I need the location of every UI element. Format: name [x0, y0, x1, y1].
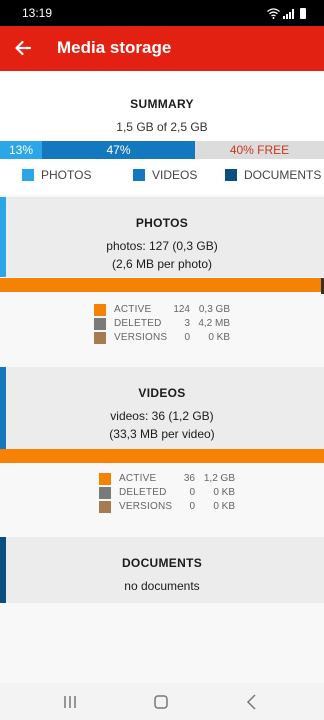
videos-swatch [133, 169, 145, 181]
stat-size: 0 KB [208, 332, 230, 343]
back-arrow-icon[interactable] [11, 36, 35, 60]
photos-count: photos: 127 (0,3 GB) [106, 239, 218, 253]
signal-icon [283, 9, 294, 19]
stat-count: 0 [184, 332, 190, 343]
documents-empty: no documents [124, 579, 200, 593]
stat-label: DELETED [119, 487, 167, 498]
photos-heading: PHOTOS [135, 216, 189, 230]
versions-swatch [99, 501, 111, 513]
photos-section: PHOTOS photos: 127 (0,3 GB) (2,6 MB per … [0, 197, 324, 362]
videos-heading: VIDEOS [138, 386, 186, 400]
status-bar: 13:19 [0, 0, 324, 26]
photos-header: PHOTOS photos: 127 (0,3 GB) (2,6 MB per … [0, 197, 324, 277]
versions-swatch [94, 332, 106, 344]
summary-heading: SUMMARY [130, 97, 194, 111]
stat-size: 4,2 MB [198, 318, 230, 329]
summary-card: SUMMARY 1,5 GB of 2,5 GB 13% 47% 40% FRE… [0, 71, 324, 195]
stat-label: DELETED [114, 318, 162, 329]
stat-label: VERSIONS [114, 332, 168, 343]
stat-count: 124 [173, 304, 190, 315]
photos-stat-versions: VERSIONS 0 0 KB [94, 331, 244, 345]
videos-segment: 47% [42, 141, 195, 159]
active-swatch [99, 473, 111, 485]
documents-accent [0, 537, 6, 603]
legend-photos-label: PHOTOS [41, 168, 92, 182]
summary-total: 1,5 GB of 2,5 GB [116, 120, 208, 134]
home-icon[interactable] [147, 692, 175, 712]
videos-section: VIDEOS videos: 36 (1,2 GB) (33,3 MB per … [0, 367, 324, 532]
videos-count: videos: 36 (1,2 GB) [110, 409, 214, 423]
photos-stat-deleted: DELETED 3 4,2 MB [94, 317, 244, 331]
back-icon[interactable] [238, 692, 266, 712]
recent-apps-icon[interactable] [56, 692, 84, 712]
status-time: 13:19 [22, 6, 53, 20]
legend-videos: VIDEOS [133, 168, 197, 182]
active-swatch [94, 304, 106, 316]
wifi-icon [267, 8, 280, 19]
legend-documents-label: DOCUMENTS [244, 168, 322, 182]
legend-videos-label: VIDEOS [152, 168, 198, 182]
stat-label: VERSIONS [119, 501, 173, 512]
videos-stat-deleted: DELETED 0 0 KB [99, 486, 249, 500]
photos-stat-active: ACTIVE 124 0,3 GB [94, 303, 244, 317]
photos-per-item: (2,6 MB per photo) [111, 257, 213, 271]
videos-usage-bar [0, 449, 324, 463]
legend-photos: PHOTOS [22, 168, 91, 182]
page-title: Media storage [57, 38, 172, 57]
stat-count: 36 [183, 473, 195, 484]
stat-size: 0 KB [213, 501, 235, 512]
status-icons [267, 5, 306, 19]
videos-stats: ACTIVE 36 1,2 GB DELETED 0 0 KB VERSIONS… [99, 472, 249, 514]
photos-segment: 13% [0, 141, 42, 159]
stat-count: 3 [184, 318, 190, 329]
photos-usage-bar [0, 278, 324, 294]
stat-size: 1,2 GB [203, 473, 235, 484]
documents-section: DOCUMENTS no documents [0, 537, 324, 603]
videos-stat-versions: VERSIONS 0 0 KB [99, 500, 249, 514]
legend: PHOTOS VIDEOS DOCUMENTS [0, 168, 324, 182]
stat-size: 0 KB [213, 487, 235, 498]
storage-usage-bar: 13% 47% 40% FREE [0, 141, 324, 159]
photos-swatch [22, 169, 34, 181]
stat-count: 0 [189, 501, 195, 512]
stat-size: 0,3 GB [198, 304, 230, 315]
documents-header: DOCUMENTS no documents [0, 537, 324, 603]
stat-count: 0 [189, 487, 195, 498]
legend-documents: DOCUMENTS [225, 168, 321, 182]
videos-stat-active: ACTIVE 36 1,2 GB [99, 472, 249, 486]
videos-header: VIDEOS videos: 36 (1,2 GB) (33,3 MB per … [0, 367, 324, 449]
deleted-swatch [94, 318, 106, 330]
deleted-swatch [99, 487, 111, 499]
free-segment: 40% FREE [195, 141, 324, 159]
navigation-bar [0, 683, 324, 720]
stat-label: ACTIVE [119, 473, 157, 484]
documents-heading: DOCUMENTS [121, 556, 203, 570]
app-bar: Media storage [0, 26, 324, 71]
stat-label: ACTIVE [114, 304, 152, 315]
documents-swatch [225, 169, 237, 181]
photos-stats: ACTIVE 124 0,3 GB DELETED 3 4,2 MB VERSI… [94, 303, 244, 345]
battery-icon [300, 8, 306, 19]
videos-per-item: (33,3 MB per video) [109, 427, 215, 441]
